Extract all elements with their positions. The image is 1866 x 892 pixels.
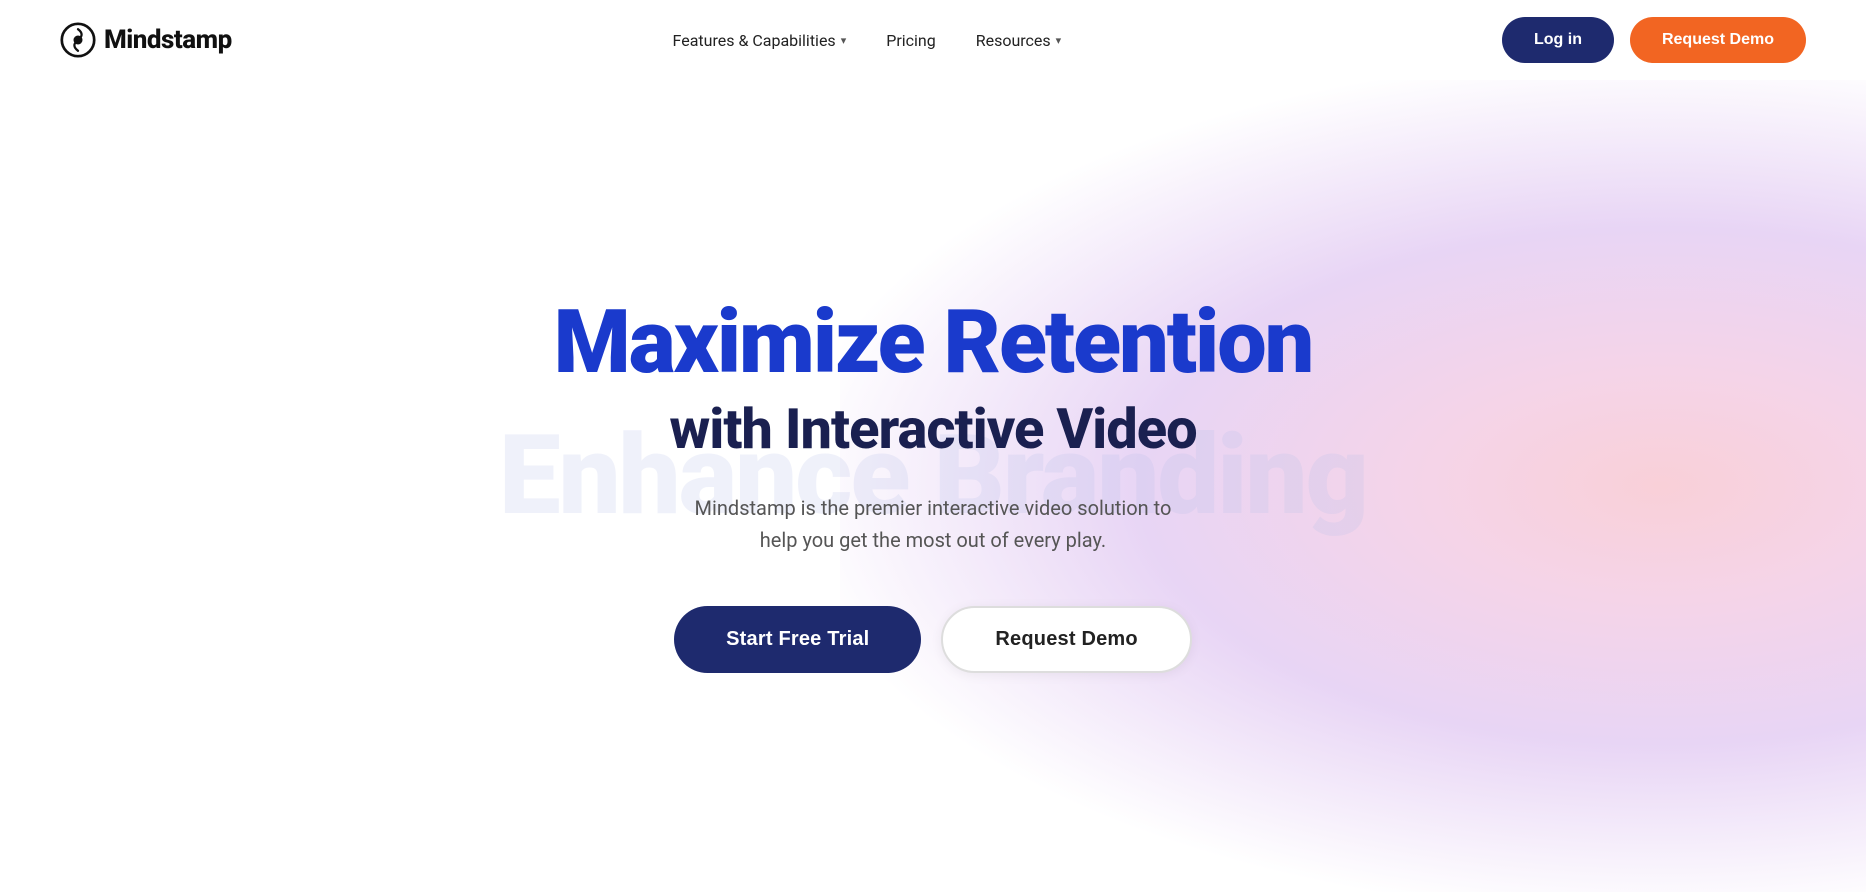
nav-pricing[interactable]: Pricing — [886, 31, 936, 50]
features-chevron-icon: ▾ — [841, 34, 847, 47]
hero-headline: Maximize Retention — [554, 299, 1313, 387]
hero-buttons: Start Free Trial Request Demo — [554, 606, 1313, 673]
nav-features[interactable]: Features & Capabilities ▾ — [673, 31, 847, 50]
start-trial-button[interactable]: Start Free Trial — [674, 606, 921, 673]
navbar: Mindstamp Features & Capabilities ▾ Pric… — [0, 0, 1866, 80]
login-button[interactable]: Log in — [1502, 17, 1614, 63]
nav-center: Features & Capabilities ▾ Pricing Resour… — [673, 31, 1062, 50]
logo-link[interactable]: Mindstamp — [60, 22, 232, 58]
logo-text: Mindstamp — [104, 25, 232, 55]
hero-content: Maximize Retention with Interactive Vide… — [514, 299, 1353, 674]
request-demo-hero-button[interactable]: Request Demo — [941, 606, 1191, 673]
hero-description: Mindstamp is the premier interactive vid… — [554, 492, 1313, 556]
nav-resources[interactable]: Resources ▾ — [976, 31, 1061, 50]
nav-actions: Log in Request Demo — [1502, 17, 1806, 63]
request-demo-nav-button[interactable]: Request Demo — [1630, 17, 1806, 63]
hero-subheadline: with Interactive Video — [554, 399, 1313, 461]
hero-section: Enhance Branding Maximize Retention with… — [0, 80, 1866, 892]
resources-chevron-icon: ▾ — [1056, 34, 1062, 47]
logo-icon — [60, 22, 96, 58]
